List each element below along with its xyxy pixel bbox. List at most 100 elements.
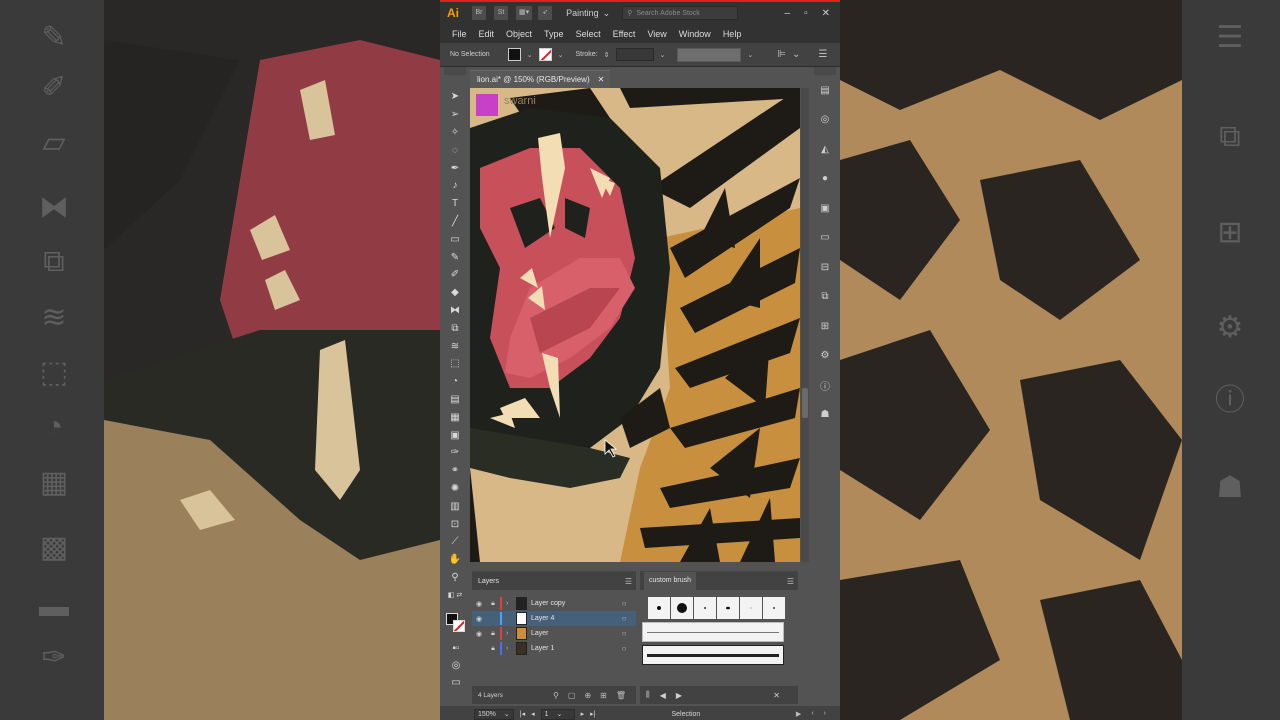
previous-artboard-icon[interactable]: ◂: [531, 710, 535, 718]
export-icon[interactable]: ⧉: [814, 287, 836, 307]
menu-effect[interactable]: Effect: [607, 29, 642, 39]
graphic-styles-icon[interactable]: ▣: [814, 198, 836, 218]
direct-selection-tool-icon[interactable]: ➢: [444, 106, 466, 124]
layer-name[interactable]: Layer: [531, 630, 618, 637]
search-icon[interactable]: ⚲: [553, 691, 559, 700]
panel-menu-icon[interactable]: ☰: [625, 577, 632, 586]
color-mode-icon[interactable]: ▪▫: [445, 640, 467, 658]
align-icon[interactable]: ⊟: [814, 257, 836, 277]
scrollbar-thumb[interactable]: [802, 388, 808, 418]
color-guide-icon[interactable]: ◭: [814, 139, 836, 159]
chevron-down-icon[interactable]: ⌄: [792, 49, 800, 60]
lock-icon[interactable]: 🔒︎: [486, 645, 500, 653]
menu-type[interactable]: Type: [538, 29, 570, 39]
layer-row[interactable]: 🔒︎ › Layer 1 ○: [472, 641, 636, 656]
chevron-down-icon[interactable]: ⌄: [558, 51, 564, 59]
brush-swatch[interactable]: [694, 597, 716, 619]
layer-name[interactable]: Layer copy: [531, 600, 618, 607]
minimize-icon[interactable]: –: [785, 8, 791, 19]
gradient-tool-icon[interactable]: ▣: [444, 426, 466, 444]
panel-menu-icon[interactable]: ☰: [818, 49, 827, 60]
hand-tool-icon[interactable]: ✋: [444, 551, 466, 569]
new-layer-icon[interactable]: ⊞: [600, 691, 607, 700]
slice-tool-icon[interactable]: ⟋: [444, 533, 466, 551]
stock-search-input[interactable]: ⚲ Search Adobe Stock: [622, 6, 739, 20]
brush-swatch[interactable]: [648, 597, 670, 619]
artboards-icon[interactable]: ⊞: [814, 316, 836, 336]
document-tab[interactable]: lion.ai* @ 150% (RGB/Preview) ✕: [470, 70, 610, 88]
perspective-grid-tool-icon[interactable]: ▤: [444, 391, 466, 409]
chevron-right-icon[interactable]: ›: [506, 600, 516, 607]
symbol-sprayer-tool-icon[interactable]: ✺: [444, 480, 466, 498]
target-icon[interactable]: ○: [618, 629, 630, 638]
mesh-tool-icon[interactable]: ▦: [444, 408, 466, 426]
lock-icon[interactable]: 🔒︎: [486, 630, 500, 638]
brush-stroke-swatch[interactable]: [642, 622, 784, 642]
brush-swatch[interactable]: [763, 597, 785, 619]
menu-object[interactable]: Object: [500, 29, 538, 39]
first-artboard-icon[interactable]: |◂: [520, 710, 525, 718]
chevron-right-icon[interactable]: ›: [506, 645, 516, 652]
next-artboard-icon[interactable]: ▸: [581, 710, 585, 718]
menu-view[interactable]: View: [641, 29, 672, 39]
workspace-switcher[interactable]: Painting ⌄: [566, 8, 610, 19]
info-icon[interactable]: ⓘ: [814, 375, 836, 395]
appearance-icon[interactable]: ●: [814, 169, 836, 189]
pen-tool-icon[interactable]: ✒: [444, 159, 466, 177]
gpu-performance-button[interactable]: ➶: [538, 6, 553, 20]
stroke-swatch[interactable]: [538, 48, 552, 61]
target-icon[interactable]: ○: [618, 614, 630, 623]
trash-icon[interactable]: 🗑︎: [616, 691, 626, 700]
layer-row[interactable]: ◉ 🔒︎ › Layer ○: [472, 626, 636, 641]
curvature-tool-icon[interactable]: ♪: [444, 177, 466, 195]
brushes-panel-title[interactable]: custom brush: [644, 572, 697, 590]
next-icon[interactable]: ▶: [676, 691, 682, 700]
eye-icon[interactable]: ◉: [472, 615, 486, 623]
previous-icon[interactable]: ◀: [660, 691, 666, 700]
stock-button[interactable]: St: [494, 6, 508, 20]
clipping-mask-icon[interactable]: ▢: [568, 691, 576, 700]
palette-icon[interactable]: ☗: [814, 405, 836, 425]
chevron-down-icon[interactable]: ⌄: [660, 51, 666, 59]
brush-libraries-icon[interactable]: ⫼: [646, 690, 650, 700]
brush-swatch[interactable]: [671, 597, 693, 619]
artboard-tool-icon[interactable]: ⊡: [444, 515, 466, 533]
menu-help[interactable]: Help: [717, 29, 748, 39]
remove-brush-stroke-icon[interactable]: ✕: [773, 691, 780, 700]
align-icon[interactable]: ⊫: [777, 49, 786, 60]
scale-tool-icon[interactable]: ⧉: [444, 319, 466, 337]
shape-builder-tool-icon[interactable]: ◔: [444, 373, 466, 391]
maximize-icon[interactable]: ▫: [804, 8, 808, 19]
layer-row[interactable]: ◉ 🔒︎ › Layer copy ○: [472, 596, 636, 611]
type-tool-icon[interactable]: T: [444, 195, 466, 213]
brush-swatch[interactable]: [717, 597, 739, 619]
chevron-down-icon[interactable]: ⌄: [747, 51, 753, 59]
menu-window[interactable]: Window: [673, 29, 717, 39]
line-tool-icon[interactable]: ╱: [444, 213, 466, 231]
panel-menu-icon[interactable]: ☰: [787, 577, 794, 586]
last-artboard-icon[interactable]: ▸|: [590, 710, 595, 718]
chevron-right-icon[interactable]: ›: [506, 630, 516, 637]
stroke-chip[interactable]: [453, 620, 465, 632]
artboard-number-field[interactable]: 1 ⌄: [540, 708, 575, 720]
target-icon[interactable]: ○: [618, 644, 630, 653]
reflect-tool-icon[interactable]: ⧓: [444, 302, 466, 320]
brush-stroke-swatch[interactable]: [642, 645, 784, 665]
transparency-icon[interactable]: ▭: [814, 228, 836, 248]
variable-width-profile[interactable]: [677, 47, 742, 62]
chevron-down-icon[interactable]: ⌄: [527, 51, 533, 59]
dock-panel-header[interactable]: [814, 67, 836, 75]
menu-edit[interactable]: Edit: [473, 29, 501, 39]
zoom-level-field[interactable]: 150% ⌄: [474, 708, 514, 720]
selection-tool-icon[interactable]: ➤: [444, 88, 466, 106]
eye-icon[interactable]: ◉: [472, 600, 486, 608]
close-icon[interactable]: ✕: [598, 75, 605, 84]
menu-file[interactable]: File: [446, 29, 473, 39]
paintbrush-tool-icon[interactable]: ✎: [444, 248, 466, 266]
fill-stroke-chips[interactable]: [445, 612, 467, 638]
magic-wand-tool-icon[interactable]: ✧: [444, 124, 466, 142]
default-fill-stroke-icon[interactable]: ◧ ⇄: [444, 586, 466, 604]
scroll-right-icon[interactable]: ›: [824, 710, 826, 718]
warp-tool-icon[interactable]: ≋: [444, 337, 466, 355]
arrange-documents-button[interactable]: ▦▾: [516, 6, 533, 20]
